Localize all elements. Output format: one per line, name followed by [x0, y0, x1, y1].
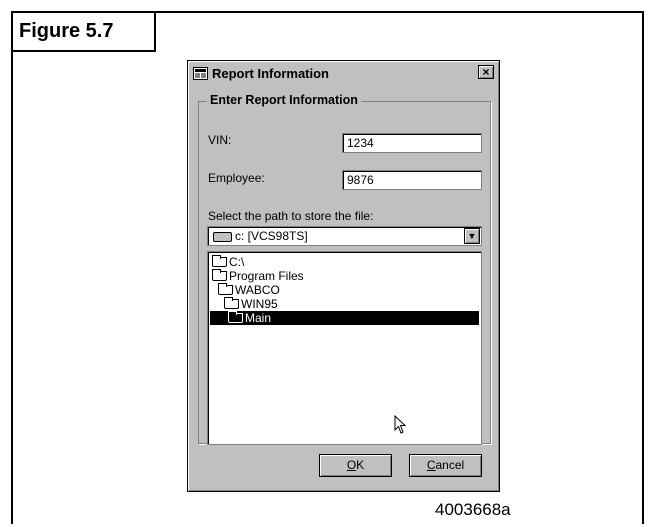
tree-item-win95[interactable]: WIN95 — [224, 297, 278, 311]
figure-code: 4003668a — [435, 500, 511, 519]
tree-item-c[interactable]: C:\ — [212, 255, 244, 269]
tree-item-label: C:\ — [229, 255, 245, 269]
drive-value: c: [VCS98TS] — [235, 229, 308, 243]
mouse-pointer-icon — [394, 415, 407, 434]
cancel-button[interactable]: Cancel — [409, 454, 482, 477]
tree-item-label: WIN95 — [241, 297, 278, 311]
tree-item-label: WABCO — [235, 283, 280, 297]
group-title: Enter Report Information — [207, 93, 361, 107]
folder-icon — [212, 269, 227, 281]
title-bar[interactable]: Report Information × — [191, 64, 496, 82]
tree-item-label: Main — [245, 311, 272, 325]
tree-item-main[interactable]: Main — [210, 311, 479, 325]
path-label: Select the path to store the file: — [208, 209, 374, 223]
folder-icon — [228, 311, 243, 323]
employee-field[interactable]: 9876 — [342, 170, 482, 190]
tree-item-label: Program Files — [229, 269, 304, 283]
ok-label-rest: K — [356, 458, 365, 472]
enter-report-group: Enter Report Information VIN: 1234 Emplo… — [198, 93, 491, 445]
drive-select[interactable]: c: [VCS98TS] ▼ — [207, 226, 482, 246]
ok-button[interactable]: OK — [319, 454, 392, 477]
folder-tree[interactable]: C:\ Program Files WABCO WIN95 Main — [207, 251, 482, 445]
drive-icon — [213, 232, 232, 242]
vin-field[interactable]: 1234 — [342, 133, 482, 153]
dialog-title: Report Information — [212, 65, 329, 81]
figure-label: Figure 5.7 — [13, 13, 156, 52]
folder-icon — [224, 297, 239, 309]
ok-mnemonic: O — [346, 458, 357, 472]
figure-frame: Figure 5.7 Report Information × Enter Re… — [11, 11, 644, 524]
report-information-dialog: Report Information × Enter Report Inform… — [187, 60, 500, 492]
vin-label: VIN: — [208, 133, 232, 147]
tree-item-wabco[interactable]: WABCO — [218, 283, 280, 297]
cancel-label-rest: ancel — [435, 458, 465, 472]
folder-icon — [212, 255, 227, 267]
window-app-icon — [193, 66, 208, 80]
close-icon[interactable]: × — [478, 65, 494, 79]
folder-icon — [218, 283, 233, 295]
tree-item-program-files[interactable]: Program Files — [212, 269, 304, 283]
dropdown-arrow-icon[interactable]: ▼ — [464, 228, 480, 244]
employee-label: Employee: — [208, 171, 265, 185]
